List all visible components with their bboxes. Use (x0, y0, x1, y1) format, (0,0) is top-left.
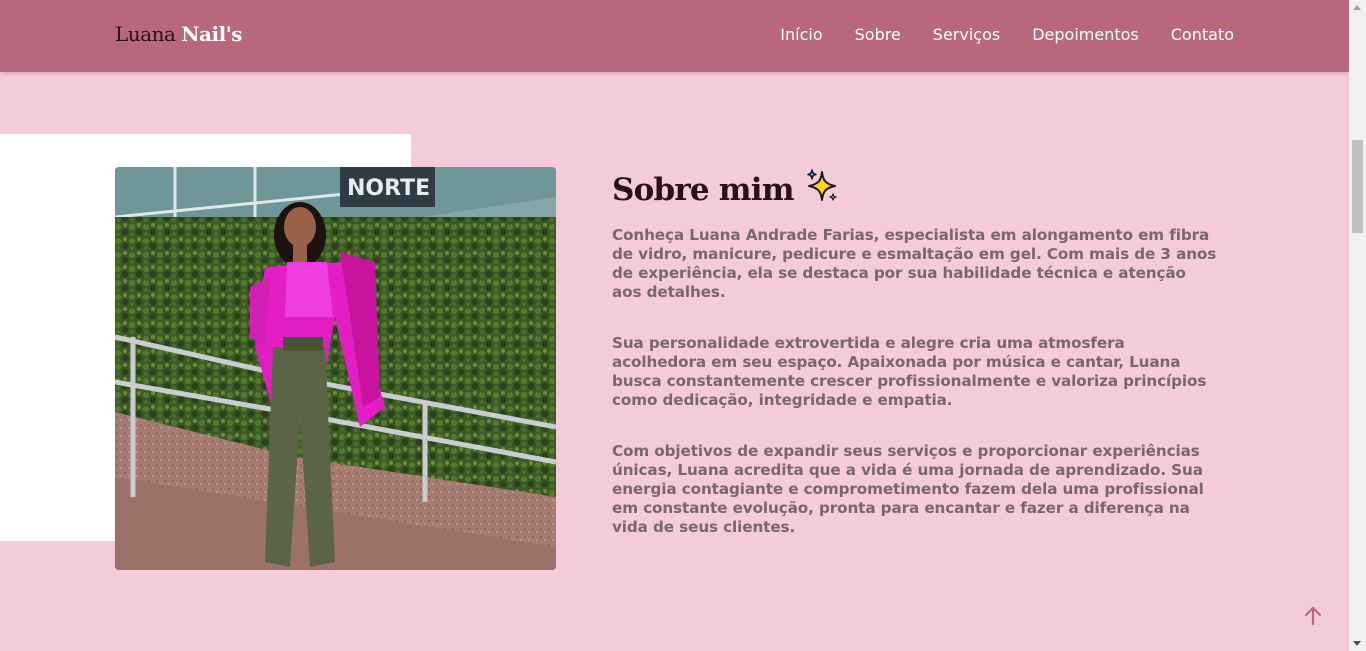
about-section: Sobre mim Conheça Luana Andrade Farias, … (612, 168, 1217, 569)
about-paragraph: Sua personalidade extrovertida e alegre … (612, 334, 1207, 409)
brand-logo[interactable]: Luana Nail's (115, 22, 243, 46)
about-title: Sobre mim (612, 168, 1217, 212)
main-nav: Início Sobre Serviços Depoimentos Contat… (780, 25, 1234, 44)
site-header: Luana Nail's Início Sobre Serviços Depoi… (0, 0, 1349, 72)
svg-text:NORTE: NORTE (347, 176, 430, 201)
profile-photo: NORTE (115, 167, 556, 570)
brand-name-second: Nail's (181, 22, 243, 46)
page-scrollbar[interactable] (1349, 0, 1366, 651)
sparkles-icon (804, 168, 840, 212)
arrow-up-icon (1304, 606, 1322, 626)
nav-item-inicio[interactable]: Início (780, 25, 822, 44)
about-title-text: Sobre mim (612, 172, 795, 208)
scroll-down-arrow-icon[interactable] (1353, 641, 1361, 646)
about-paragraph: Com objetivos de expandir seus serviços … (612, 442, 1204, 536)
scrollbar-thumb[interactable] (1352, 140, 1363, 233)
about-paragraph: Conheça Luana Andrade Farias, especialis… (612, 226, 1217, 301)
back-to-top-button[interactable] (1300, 603, 1326, 629)
brand-name-first: Luana (115, 22, 176, 46)
nav-item-servicos[interactable]: Serviços (933, 25, 1000, 44)
nav-item-depoimentos[interactable]: Depoimentos (1032, 25, 1139, 44)
nav-item-sobre[interactable]: Sobre (855, 25, 901, 44)
scroll-up-arrow-icon[interactable] (1353, 5, 1361, 10)
nav-item-contato[interactable]: Contato (1171, 25, 1234, 44)
